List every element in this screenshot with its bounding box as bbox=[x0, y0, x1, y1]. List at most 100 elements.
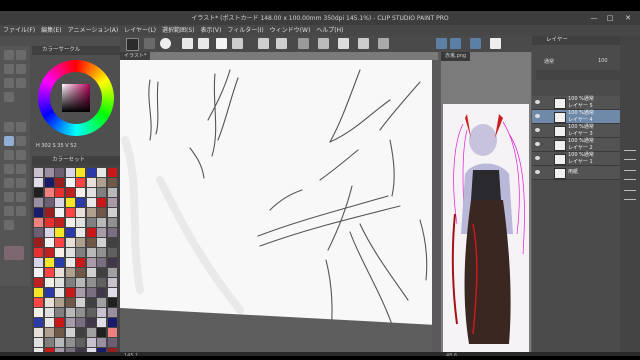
menu-edit[interactable]: 編集(E) bbox=[38, 25, 64, 36]
layer-row[interactable]: 100 %通常 レイヤー 5 bbox=[532, 96, 620, 110]
menu-selection[interactable]: 選択範囲(S) bbox=[159, 25, 198, 36]
drawing-canvas[interactable] bbox=[120, 60, 432, 352]
color-swatch[interactable] bbox=[44, 228, 54, 237]
color-swatch[interactable] bbox=[76, 228, 85, 237]
color-swatch[interactable] bbox=[86, 238, 96, 247]
color-swatch[interactable] bbox=[107, 218, 117, 227]
color-swatch[interactable] bbox=[44, 288, 54, 297]
color-swatch[interactable] bbox=[65, 188, 75, 197]
fill-icon[interactable] bbox=[338, 38, 349, 49]
color-swatch[interactable] bbox=[76, 178, 85, 187]
color-swatch[interactable] bbox=[44, 268, 54, 277]
color-swatch[interactable] bbox=[86, 218, 96, 227]
color-swatch[interactable] bbox=[44, 328, 54, 337]
color-swatch[interactable] bbox=[55, 208, 64, 217]
color-swatch[interactable] bbox=[55, 248, 64, 257]
color-swatch[interactable] bbox=[97, 318, 106, 327]
color-swatch[interactable] bbox=[65, 258, 75, 267]
color-swatch[interactable] bbox=[97, 168, 106, 177]
color-swatch[interactable] bbox=[76, 308, 85, 317]
color-swatch[interactable] bbox=[86, 278, 96, 287]
color-swatch[interactable] bbox=[86, 198, 96, 207]
visibility-icon[interactable] bbox=[535, 100, 540, 104]
maximize-button[interactable]: □ bbox=[604, 13, 616, 23]
minimize-button[interactable]: — bbox=[588, 13, 600, 23]
color-swatch[interactable] bbox=[65, 298, 75, 307]
color-swatch[interactable] bbox=[86, 328, 96, 337]
color-swatch[interactable] bbox=[76, 288, 85, 297]
color-swatch[interactable] bbox=[65, 178, 75, 187]
decoration-tool-icon[interactable] bbox=[4, 150, 14, 160]
color-swatch[interactable] bbox=[34, 178, 43, 187]
redo-icon[interactable] bbox=[276, 38, 287, 49]
eye-icon[interactable] bbox=[160, 38, 171, 49]
color-swatch[interactable] bbox=[97, 308, 106, 317]
color-swatch[interactable] bbox=[76, 238, 85, 247]
ruler-icon[interactable] bbox=[436, 38, 447, 49]
color-swatch[interactable] bbox=[34, 218, 43, 227]
layer-row[interactable]: 100 %通常 レイヤー 1 bbox=[532, 152, 620, 166]
color-swatch[interactable] bbox=[34, 258, 43, 267]
color-swatch[interactable] bbox=[97, 328, 106, 337]
brush-tool-icon[interactable] bbox=[4, 136, 14, 146]
transform-icon[interactable] bbox=[318, 38, 329, 49]
frame-tool-icon[interactable] bbox=[4, 192, 14, 202]
color-swatch[interactable] bbox=[97, 228, 106, 237]
color-swatch[interactable] bbox=[97, 248, 106, 257]
eraser-tool-icon[interactable] bbox=[16, 150, 26, 160]
blend-tool-icon[interactable] bbox=[4, 164, 14, 174]
color-swatch[interactable] bbox=[34, 188, 43, 197]
color-swatch[interactable] bbox=[97, 268, 106, 277]
undo-icon[interactable] bbox=[258, 38, 269, 49]
layer-row-selected[interactable]: 100 %通常 レイヤー 4 bbox=[532, 110, 620, 124]
color-swatch[interactable] bbox=[76, 268, 85, 277]
color-swatch[interactable] bbox=[34, 338, 43, 347]
color-swatch[interactable] bbox=[65, 168, 75, 177]
saturation-value-square[interactable] bbox=[62, 84, 90, 112]
color-swatch[interactable] bbox=[34, 298, 43, 307]
color-swatch[interactable] bbox=[107, 268, 117, 277]
hand-tool-icon[interactable] bbox=[16, 50, 26, 60]
color-swatch[interactable] bbox=[55, 268, 64, 277]
gradient-tool-icon[interactable] bbox=[4, 178, 14, 188]
color-swatch[interactable] bbox=[55, 298, 64, 307]
menu-filter[interactable]: フィルター(I) bbox=[224, 25, 266, 36]
color-swatch[interactable] bbox=[97, 178, 106, 187]
menu-layer[interactable]: レイヤー(L) bbox=[121, 25, 159, 36]
pen-tool-icon[interactable] bbox=[4, 122, 14, 132]
balloon-tool-icon[interactable] bbox=[16, 206, 26, 216]
menu-animation[interactable]: アニメーション(A) bbox=[65, 25, 122, 36]
color-swatch[interactable] bbox=[97, 238, 106, 247]
color-swatch[interactable] bbox=[55, 328, 64, 337]
color-swatch[interactable] bbox=[97, 198, 106, 207]
color-swatch[interactable] bbox=[97, 278, 106, 287]
canvas-area[interactable]: イラスト* bbox=[120, 52, 438, 352]
canvas-scrollbar[interactable] bbox=[432, 60, 438, 352]
color-swatch[interactable] bbox=[65, 308, 75, 317]
color-swatch[interactable] bbox=[107, 258, 117, 267]
color-swatch[interactable] bbox=[34, 288, 43, 297]
color-swatch[interactable] bbox=[55, 338, 64, 347]
color-swatch[interactable] bbox=[97, 258, 106, 267]
color-swatch[interactable] bbox=[34, 198, 43, 207]
color-swatch[interactable] bbox=[34, 248, 43, 257]
correct-line-tool-icon[interactable] bbox=[4, 220, 14, 230]
help-icon[interactable] bbox=[490, 38, 501, 49]
color-swatch[interactable] bbox=[55, 228, 64, 237]
color-swatch[interactable] bbox=[65, 208, 75, 217]
color-swatch[interactable] bbox=[107, 228, 117, 237]
reference-tab[interactable]: 赤鬼.png bbox=[441, 52, 471, 61]
color-swatch[interactable] bbox=[34, 238, 43, 247]
document-icon[interactable] bbox=[216, 38, 227, 49]
chevron-down-icon[interactable] bbox=[232, 38, 243, 49]
open-icon[interactable] bbox=[182, 38, 193, 49]
color-swatch[interactable] bbox=[65, 238, 75, 247]
color-swatch[interactable] bbox=[55, 178, 64, 187]
color-swatch[interactable] bbox=[86, 178, 96, 187]
color-swatch[interactable] bbox=[55, 238, 64, 247]
color-swatch[interactable] bbox=[55, 168, 64, 177]
color-swatch[interactable] bbox=[44, 298, 54, 307]
new-file-icon[interactable] bbox=[144, 38, 155, 49]
visibility-icon[interactable] bbox=[535, 114, 540, 118]
blend-mode-select[interactable]: 通常 bbox=[544, 58, 554, 65]
